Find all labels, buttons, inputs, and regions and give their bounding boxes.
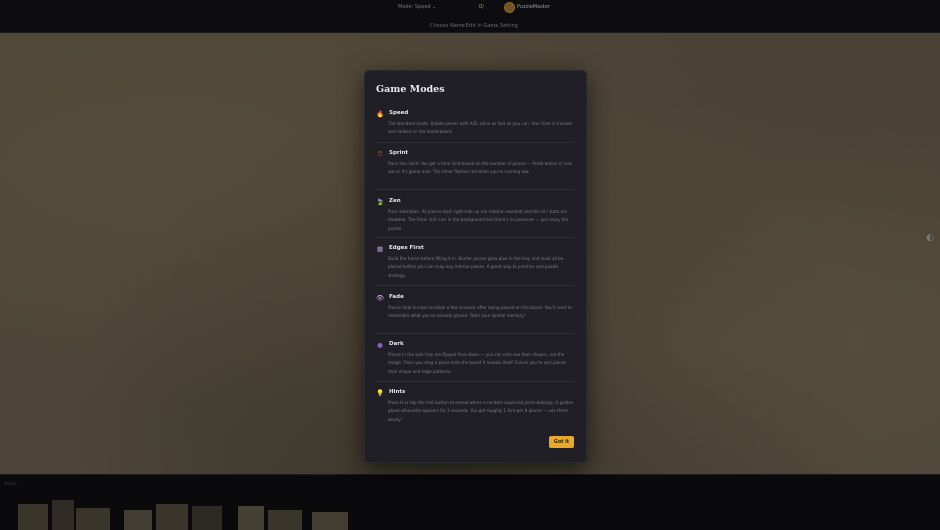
mode-edges-first: ▦ Edges First Build the frame before fill… [376, 244, 575, 280]
divider [376, 189, 575, 190]
mode-hints: 💡 Hints Press H or tap the hint button to… [376, 388, 575, 424]
got-it-button[interactable]: Got it [549, 436, 574, 448]
piece-tray[interactable]: Pieces [0, 474, 940, 530]
leaf-icon: 🍃 [376, 198, 385, 206]
tray-piece[interactable] [312, 512, 348, 530]
frame-icon: ▦ [376, 245, 384, 253]
top-bar: Mode: Speed ⌄ · 0/ PuzzleMaster Choose N… [0, 0, 940, 33]
lightbulb-icon: 💡 [376, 389, 385, 397]
mode-dark: ● Dark Pieces in the side tray are flippe… [376, 340, 575, 376]
tray-piece[interactable] [52, 500, 74, 530]
mode-description: The standard mode. Rotate pieces with A/… [388, 121, 572, 135]
tray-piece[interactable] [18, 504, 48, 530]
mode-zen: 🍃 Zen Pure relaxation. All pieces start r… [376, 197, 575, 233]
divider [376, 381, 575, 382]
mode-name: Speed [389, 110, 409, 116]
brand-logo-icon [504, 2, 515, 13]
mode-name: Edges First [389, 245, 424, 251]
chevron-down-icon: ⌄ [432, 4, 437, 10]
divider [376, 285, 575, 286]
tray-label: Pieces [4, 481, 17, 486]
eye-icon: 👁 [376, 294, 385, 302]
piece-counter: 0/ [479, 4, 484, 10]
divider [376, 237, 575, 238]
fire-icon: 🔥 [376, 110, 385, 118]
mode-select-label: Mode: Speed [398, 4, 431, 10]
mode-name: Sprint [389, 150, 409, 156]
mode-description: Press H or tap the hint button to reveal… [388, 400, 574, 422]
toolbar-row: Mode: Speed ⌄ · 0/ PuzzleMaster [0, 2, 940, 13]
mode-sprint: ⏱ Sprint Race the clock! You get a time l… [376, 149, 575, 177]
tray-piece[interactable] [268, 510, 302, 530]
mode-name: Hints [389, 389, 406, 395]
mode-name: Dark [389, 341, 404, 347]
edit-setting-link[interactable]: Edit in Game Setting [466, 23, 518, 29]
divider [376, 142, 575, 143]
mode-name: Fade [389, 294, 404, 300]
count-divider: / [482, 4, 484, 10]
divider [376, 333, 575, 334]
game-modes-dialog: Game Modes 🔥 Speed The standard mode. Rot… [364, 70, 587, 463]
mode-select[interactable]: Mode: Speed ⌄ [398, 4, 436, 10]
mode-description: Build the frame before filling it in. Bo… [388, 256, 564, 278]
dark-circle-icon: ● [377, 341, 383, 349]
mode-description: Pieces in the side tray are flipped face… [388, 352, 567, 374]
tray-piece[interactable] [192, 506, 222, 530]
mode-description: Pieces fade to near-invisible a few seco… [388, 305, 572, 319]
toolbar-separator: · [462, 4, 464, 10]
tray-piece[interactable] [124, 510, 152, 530]
mode-fade: 👁 Fade Pieces fade to near-invisible a fe… [376, 293, 575, 321]
mode-description: Race the clock! You get a time limit bas… [388, 161, 573, 175]
tray-piece[interactable] [76, 508, 110, 530]
stopwatch-icon: ⏱ [377, 150, 383, 158]
choose-name-link[interactable]: Choose Name [430, 23, 465, 29]
side-handle-icon[interactable]: ◐ [926, 233, 936, 247]
mode-speed: 🔥 Speed The standard mode. Rotate pieces … [376, 109, 575, 137]
tray-piece[interactable] [238, 506, 264, 530]
tray-piece[interactable] [156, 504, 188, 530]
mode-name: Zen [389, 198, 401, 204]
dialog-title: Game Modes [376, 84, 445, 95]
mode-description: Pure relaxation. All pieces start right-… [388, 209, 569, 231]
brand-name: PuzzleMaster [517, 4, 550, 10]
